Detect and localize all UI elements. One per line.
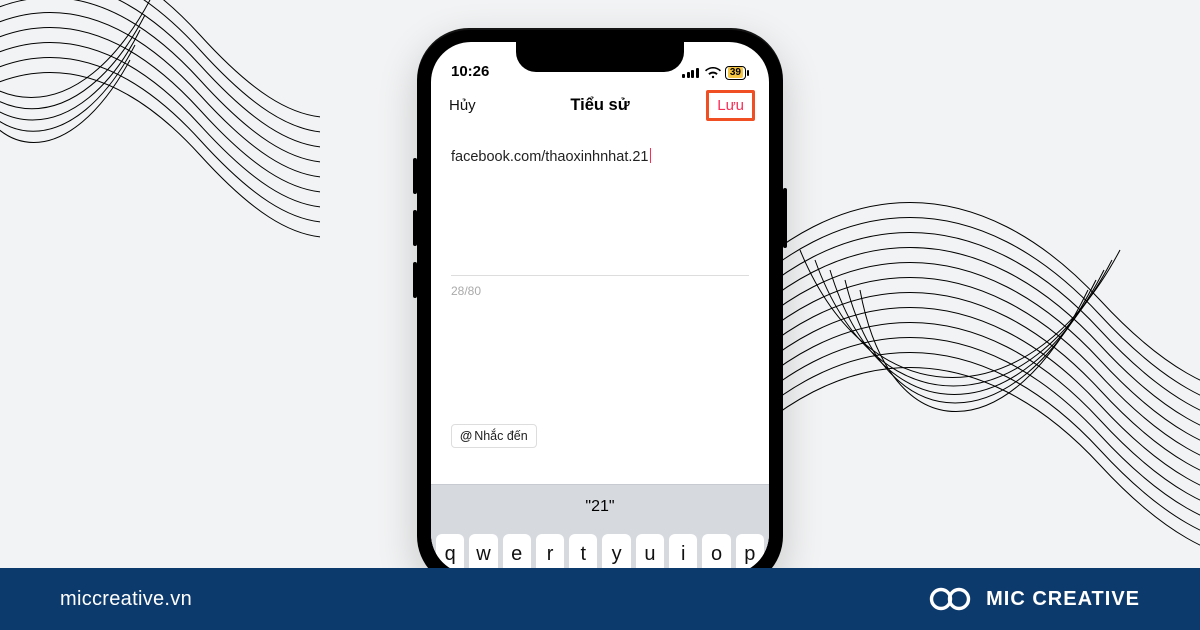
cellular-icon [682,68,699,78]
footer-domain: miccreative.vn [60,588,192,611]
at-icon: @ [460,429,472,443]
status-time: 10:26 [451,63,489,80]
mention-label: Nhắc đến [474,429,528,443]
nav-bar: Hủy Tiểu sử Lưu [431,84,769,126]
keyboard-suggestion[interactable]: "21" [585,498,614,516]
bio-value: facebook.com/thaoxinhnhat.21 [451,149,649,165]
mention-button[interactable]: @Nhắc đến [451,424,537,448]
footer-bar: miccreative.vn MIC CREATIVE [0,568,1200,630]
battery-indicator: 39 [725,66,749,80]
footer-brand: MIC CREATIVE [928,584,1140,614]
status-bar: 10:26 39 [431,42,769,82]
battery-level: 39 [728,67,743,78]
keyboard-suggestion-bar[interactable]: "21" [431,484,769,528]
brand-logo-icon [928,584,972,614]
text-caret [650,148,651,163]
cancel-button[interactable]: Hủy [449,97,476,114]
decor-lines-top-left [0,0,320,280]
char-counter: 28/80 [451,284,749,298]
phone-screen: 10:26 39 Hủy Tiểu sử Lưu facebook.com/th… [431,42,769,574]
save-button[interactable]: Lưu [706,90,755,121]
page-title: Tiểu sử [570,96,629,115]
brand-name: MIC CREATIVE [986,588,1140,611]
bio-textarea[interactable]: facebook.com/thaoxinhnhat.21 [451,144,749,276]
phone-frame: 10:26 39 Hủy Tiểu sử Lưu facebook.com/th… [417,28,783,588]
wifi-icon [705,67,721,79]
page-canvas: 10:26 39 Hủy Tiểu sử Lưu facebook.com/th… [0,0,1200,630]
content-area: facebook.com/thaoxinhnhat.21 28/80 @Nhắc… [431,132,769,574]
decor-lines-bottom-right [760,160,1200,560]
